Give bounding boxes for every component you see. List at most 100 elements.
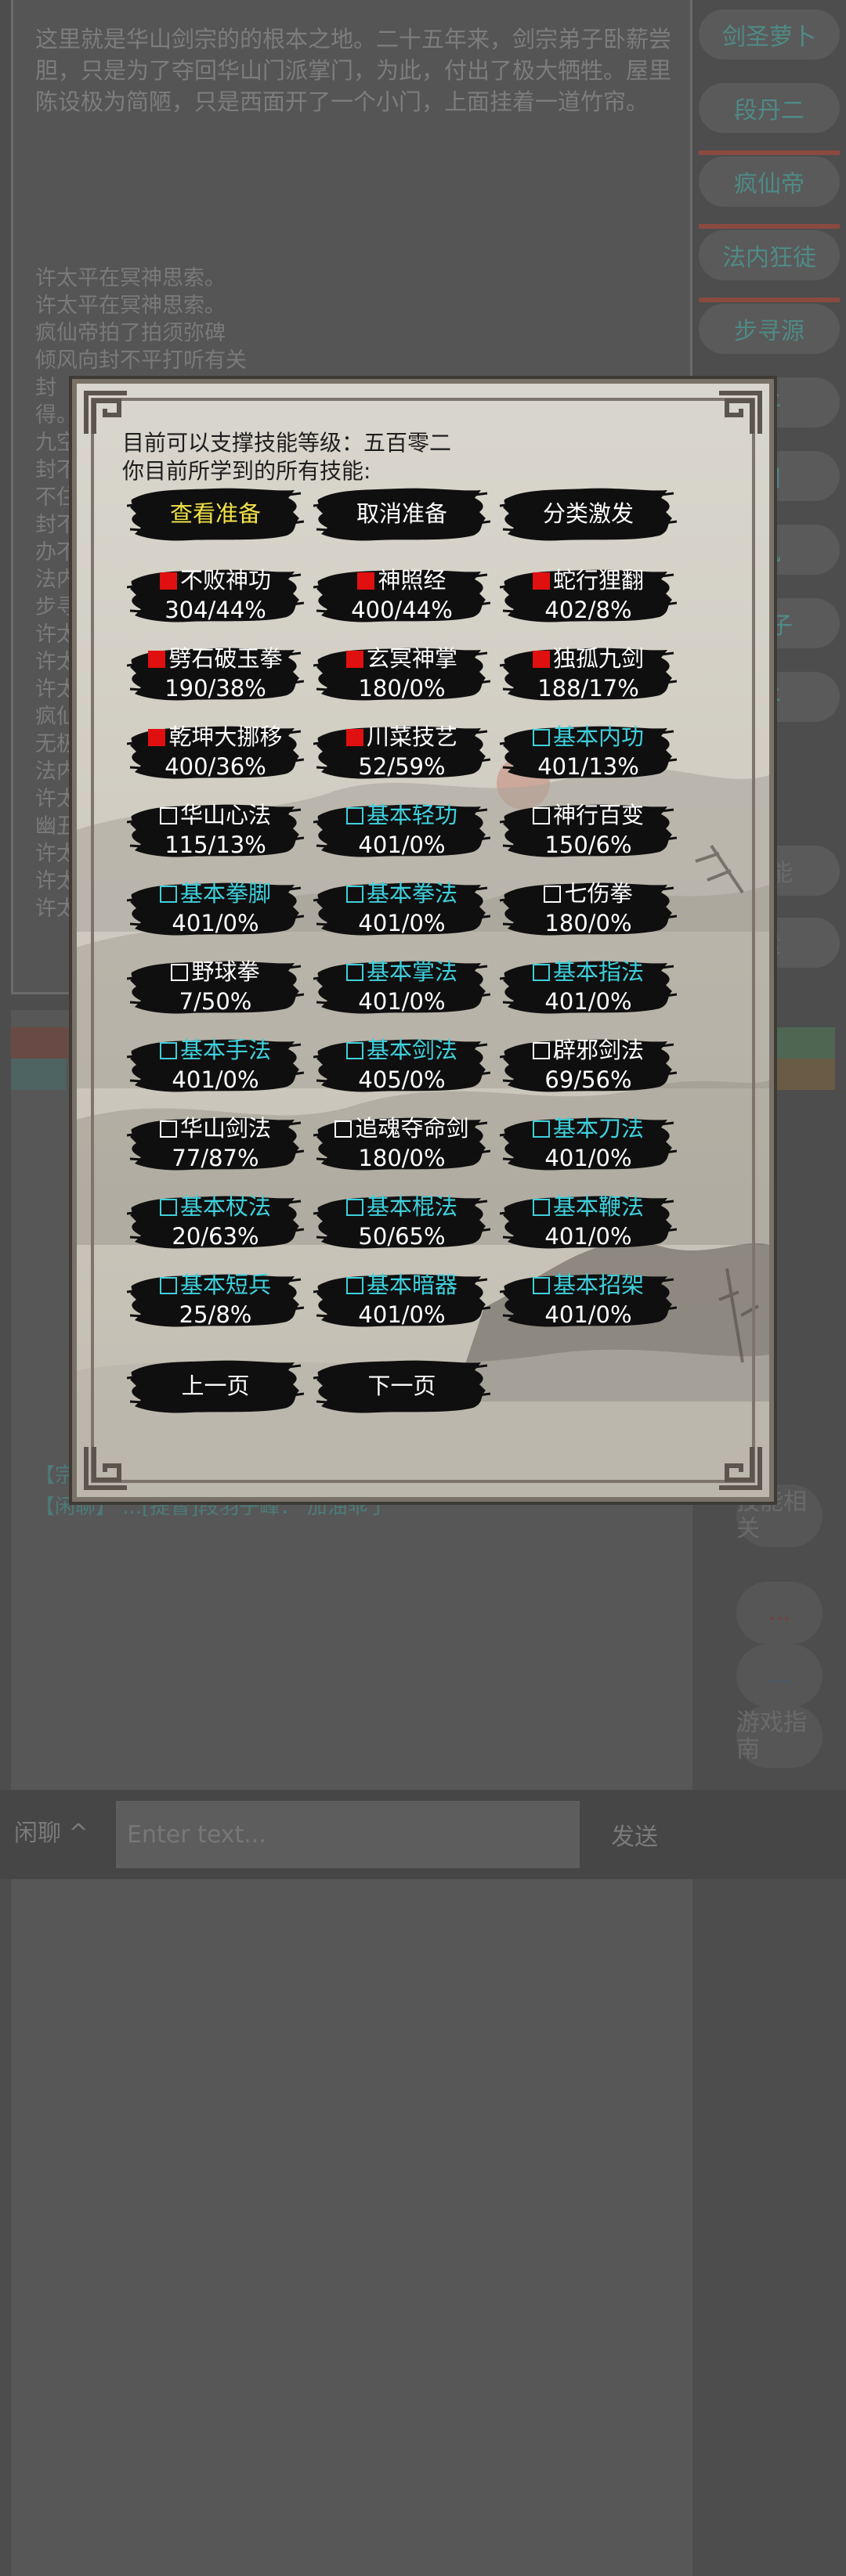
inactive-skill-checkbox-icon[interactable] [345, 1042, 363, 1059]
inactive-skill-checkbox-icon[interactable] [345, 1277, 363, 1294]
skill-entry[interactable]: 基本拳法 401/0% [313, 877, 490, 940]
skill-name: 蛇行狸翻 [552, 567, 644, 593]
skill-entry[interactable]: 野球拳 7/50% [127, 955, 304, 1018]
inactive-skill-checkbox-icon[interactable] [334, 1120, 352, 1138]
inactive-skill-checkbox-icon[interactable] [345, 964, 363, 981]
inactive-skill-checkbox-icon[interactable] [159, 1120, 177, 1138]
skill-level-progress: 190/38% [164, 675, 266, 702]
skill-entry[interactable]: 基本鞭法 401/0% [500, 1190, 677, 1253]
skill-level-progress: 20/63% [172, 1223, 259, 1250]
skill-entry[interactable]: 基本暗器 401/0% [313, 1268, 490, 1331]
active-skill-checkbox-icon[interactable] [345, 651, 363, 668]
skill-name: 神照经 [378, 567, 446, 593]
skill-entry[interactable]: 基本轻功 401/0% [313, 799, 490, 861]
skill-entry[interactable]: 辟邪剑法 69/56% [500, 1034, 677, 1096]
skill-name: 追魂夺命剑 [355, 1115, 469, 1142]
skill-entry[interactable]: 华山剑法 77/87% [127, 1112, 304, 1174]
skill-entry[interactable]: 基本拳脚 401/0% [127, 877, 304, 940]
player-button[interactable]: 剑圣萝卜 [699, 9, 840, 60]
skill-entry[interactable]: 不败神功 304/44% [127, 564, 304, 626]
skill-entry[interactable]: 华山心法 115/13% [127, 799, 304, 861]
skill-name: 基本刀法 [552, 1115, 644, 1142]
chat-input[interactable] [116, 1801, 580, 1868]
player-name: 段丹二 [734, 97, 804, 124]
active-skill-checkbox-icon[interactable] [532, 651, 550, 668]
skill-entry[interactable]: 独孤九剑 188/17% [500, 642, 677, 705]
skill-name-row: 野球拳 [171, 957, 260, 987]
inactive-skill-checkbox-icon[interactable] [532, 1042, 550, 1059]
skill-entry[interactable]: 基本招架 401/0% [500, 1268, 677, 1331]
skill-entry[interactable]: 基本棍法 50/65% [313, 1190, 490, 1253]
cancel-preparation-button[interactable]: 取消准备 [313, 482, 490, 545]
player-button[interactable]: 疯仙帝 [699, 157, 840, 207]
skill-entry[interactable]: 基本刀法 401/0% [500, 1112, 677, 1174]
skill-name: 基本指法 [552, 958, 644, 985]
skill-entry[interactable]: 劈石破玉拳 190/38% [127, 642, 304, 705]
inactive-skill-checkbox-icon[interactable] [159, 1199, 177, 1216]
button-label: 上一页 [181, 1373, 250, 1399]
skill-level-progress: 401/0% [358, 988, 446, 1015]
skill-entry[interactable]: 基本指法 401/0% [500, 955, 677, 1018]
skill-entry[interactable]: 基本短兵 25/8% [127, 1268, 304, 1331]
skill-entry[interactable]: 神照经 400/44% [313, 564, 490, 626]
menu-item[interactable]: ... [736, 1644, 822, 1707]
inactive-skill-checkbox-icon[interactable] [159, 1042, 177, 1059]
inactive-skill-checkbox-icon[interactable] [345, 807, 363, 824]
inactive-skill-checkbox-icon[interactable] [345, 886, 363, 903]
skill-entry[interactable]: 基本掌法 401/0% [313, 955, 490, 1018]
player-name: 疯仙帝 [734, 171, 804, 198]
player-button[interactable]: 段丹二 [699, 83, 840, 133]
inactive-skill-checkbox-icon[interactable] [159, 886, 177, 903]
skill-level-progress: 7/50% [179, 988, 252, 1015]
active-skill-checkbox-icon[interactable] [148, 651, 166, 668]
menu-game-guide[interactable]: 游戏指南 [736, 1705, 822, 1768]
view-preparation-button[interactable]: 查看准备 [127, 482, 304, 545]
category-activate-button[interactable]: 分类激发 [500, 482, 677, 545]
skill-name: 不败神功 [179, 567, 271, 593]
skill-entry[interactable]: 基本剑法 405/0% [313, 1034, 490, 1096]
inactive-skill-checkbox-icon[interactable] [171, 964, 189, 981]
active-skill-checkbox-icon[interactable] [357, 572, 375, 590]
inactive-skill-checkbox-icon[interactable] [159, 1277, 177, 1294]
skill-entry[interactable]: 基本杖法 20/63% [127, 1190, 304, 1253]
player-button[interactable]: 法内狂徒 [699, 230, 840, 280]
inactive-skill-checkbox-icon[interactable] [532, 807, 550, 824]
skill-entry[interactable]: 基本手法 401/0% [127, 1034, 304, 1096]
skill-entry[interactable]: 玄冥神掌 180/0% [313, 642, 490, 705]
active-skill-checkbox-icon[interactable] [148, 729, 166, 746]
previous-page-button[interactable]: 上一页 [127, 1355, 304, 1417]
log-line: 倾风向封不平打听有关 [35, 348, 247, 373]
menu-item[interactable]: ... [736, 1582, 822, 1644]
inactive-skill-checkbox-icon[interactable] [345, 1199, 363, 1216]
skill-entry[interactable]: 神行百变 150/6% [500, 799, 677, 861]
inactive-skill-checkbox-icon[interactable] [532, 729, 550, 746]
skill-entry[interactable]: 追魂夺命剑 180/0% [313, 1112, 490, 1174]
send-button[interactable]: 发送 [595, 1801, 674, 1868]
status-bar-teal [11, 1059, 66, 1090]
skill-level-progress: 402/8% [544, 597, 632, 623]
skill-entry[interactable]: 基本内功 401/13% [500, 720, 677, 783]
skill-level-progress: 401/0% [544, 1223, 632, 1250]
skill-entry[interactable]: 七伤拳 180/0% [500, 877, 677, 940]
active-skill-checkbox-icon[interactable] [345, 729, 363, 746]
inactive-skill-checkbox-icon[interactable] [159, 807, 177, 824]
inactive-skill-checkbox-icon[interactable] [532, 1199, 550, 1216]
skill-name-row: 七伤拳 [544, 879, 633, 908]
inactive-skill-checkbox-icon[interactable] [532, 1277, 550, 1294]
skill-entry[interactable]: 川菜技艺 52/59% [313, 720, 490, 783]
inactive-skill-checkbox-icon[interactable] [544, 886, 562, 903]
skill-entry[interactable]: 乾坤大挪移 400/36% [127, 720, 304, 783]
chat-channel-selector[interactable]: 闲聊 ^ [14, 1813, 89, 1848]
next-page-button[interactable]: 下一页 [313, 1355, 490, 1417]
skill-entry[interactable]: 蛇行狸翻 402/8% [500, 564, 677, 626]
active-skill-checkbox-icon[interactable] [532, 572, 550, 590]
inactive-skill-checkbox-icon[interactable] [532, 964, 550, 981]
inactive-skill-checkbox-icon[interactable] [532, 1120, 550, 1138]
skill-level-progress: 401/0% [544, 1145, 632, 1171]
skill-name: 基本拳脚 [179, 880, 271, 907]
player-button[interactable]: 步寻源 [699, 304, 840, 354]
skill-name-row: 基本轻功 [345, 800, 457, 830]
active-skill-checkbox-icon[interactable] [159, 572, 177, 590]
button-label: 查看准备 [169, 500, 261, 527]
skill-name: 基本拳法 [366, 880, 457, 907]
